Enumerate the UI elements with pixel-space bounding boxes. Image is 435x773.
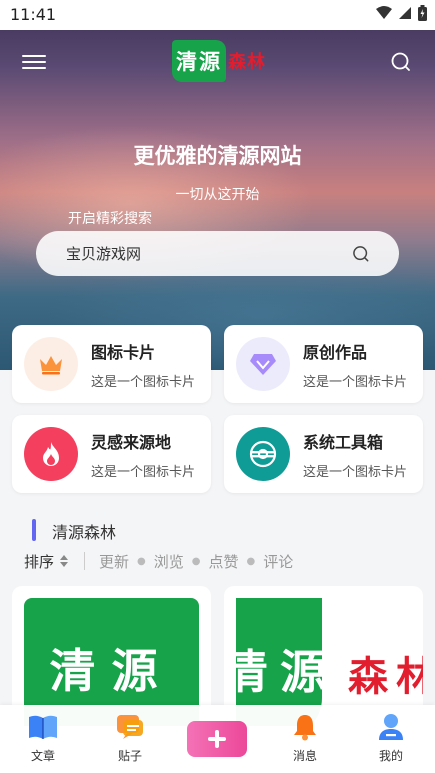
card-title: 原创作品 [303,343,368,362]
card-system-tools[interactable]: 系统工具箱 这是一个图标卡片 [224,415,423,493]
card-desc: 这是一个图标卡片 [303,465,408,480]
sort-option-comments[interactable]: 评论 [263,551,293,572]
logo-green-text: 清源 [172,40,226,82]
search-icon[interactable] [351,244,371,264]
hero-title: 更优雅的清源网站 [133,144,302,168]
card-original-works[interactable]: 原创作品 这是一个图标卡片 [224,325,423,403]
user-icon [379,714,403,740]
tab-posts[interactable]: 贴子 [95,713,165,764]
card-title: 系统工具箱 [303,433,384,452]
card-desc: 这是一个图标卡片 [91,375,196,390]
status-time: 11:41 [10,5,57,24]
bell-icon [294,715,316,741]
sort-bar: 排序 更新 ● 浏览 ● 点赞 ● 评论 [24,551,294,572]
tab-label: 消息 [292,749,317,763]
sort-arrows-icon [60,555,69,567]
search-icon[interactable] [389,50,413,74]
battery-icon [418,5,427,21]
tab-messages[interactable]: 消息 [270,713,340,764]
card-desc: 这是一个图标卡片 [91,465,196,480]
diamond-icon [236,337,290,391]
hero-subtitle: 一切从这开始 [175,187,260,203]
hero-search-box[interactable] [36,231,399,276]
post-thumb-green-text: 清源 [236,645,338,699]
tab-label: 我的 [378,749,403,763]
flame-icon [24,427,78,481]
tab-articles[interactable]: 文章 [8,713,78,764]
card-inspiration[interactable]: 灵感来源地 这是一个图标卡片 [12,415,211,493]
create-post-button[interactable] [187,721,247,757]
bottom-tab-bar: 文章 贴子 消息 我的 [0,705,435,773]
sort-label: 排序 [24,552,55,571]
sort-option-update[interactable]: 更新 [99,551,129,572]
card-desc: 这是一个图标卡片 [303,375,408,390]
site-logo[interactable]: 清源 森林 [172,40,266,82]
book-icon [29,715,57,739]
tab-label: 文章 [30,749,55,763]
tab-me[interactable]: 我的 [356,713,426,764]
tool-icon [236,427,290,481]
crown-icon [24,337,78,391]
search-hint: 开启精彩搜索 [68,211,152,227]
search-input[interactable] [64,243,328,264]
sort-option-views[interactable]: 浏览 [154,551,184,572]
plus-icon [208,730,226,748]
sort-option-likes[interactable]: 点赞 [209,551,239,572]
card-title: 图标卡片 [91,343,156,362]
chat-icon [117,715,143,739]
menu-icon[interactable] [22,51,46,73]
section-accent-bar [32,519,36,541]
signal-icon [399,7,411,19]
post-thumb-red-text: 森林 [348,654,423,700]
status-bar: 11:41 [0,0,435,30]
tab-label: 贴子 [117,749,142,763]
logo-red-text: 森林 [228,52,266,73]
section-title: 清源森林 [52,523,117,542]
wifi-icon [376,6,392,19]
card-icon-cards[interactable]: 图标卡片 这是一个图标卡片 [12,325,211,403]
sort-button[interactable]: 排序 [24,551,70,572]
card-title: 灵感来源地 [91,433,172,452]
